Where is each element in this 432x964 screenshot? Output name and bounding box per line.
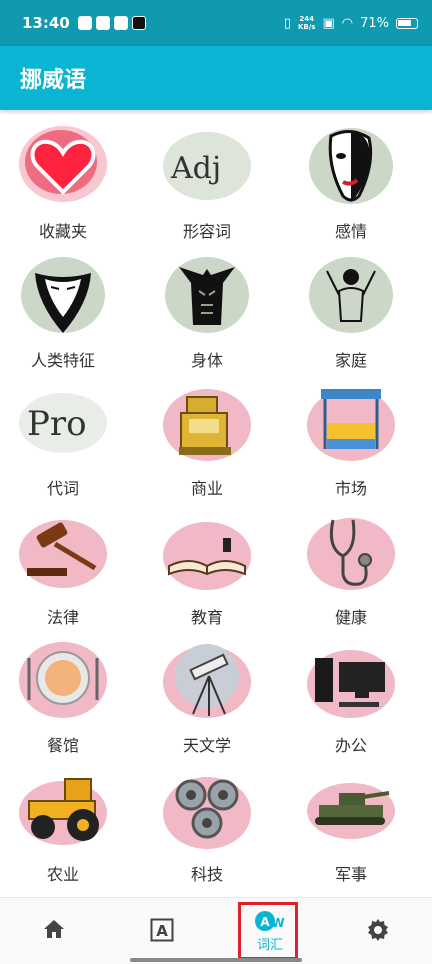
category-item-agriculture[interactable]: 农业 (0, 765, 132, 894)
category-label: 科技 (190, 864, 223, 884)
category-label: 形容词 (182, 222, 231, 241)
category-grid: 收藏夹 Adj 形容词 感情 人类特征 身体 家庭 Pro 代词 商业 市场 法… (0, 122, 432, 893)
category-label: 教育 (190, 607, 223, 627)
app-bar: 挪威语 (0, 46, 432, 110)
status-time: 13:40 (22, 14, 70, 32)
category-item-health[interactable]: 健康 (282, 508, 420, 637)
letter-a-icon: A (150, 918, 174, 942)
wifi-icon: ◠ (341, 15, 354, 31)
tractor-icon (15, 765, 111, 853)
category-item-emotions[interactable]: 感情 (282, 122, 420, 251)
category-item-body[interactable]: 身体 (138, 251, 276, 380)
status-right: ▯ 244 KB/s ▣ ◠ 71% (284, 15, 418, 31)
telescope-icon (159, 636, 255, 724)
category-item-law[interactable]: 法律 (0, 508, 132, 637)
category-item-human-traits[interactable]: 人类特征 (0, 251, 132, 380)
vibrate-icon: ▯ (283, 15, 291, 31)
category-item-adjectives[interactable]: Adj 形容词 (138, 122, 276, 251)
app-notification-icon (77, 16, 92, 30)
category-item-business[interactable]: 商业 (138, 379, 276, 508)
page-title: 挪威语 (20, 68, 87, 93)
category-label: 法律 (46, 607, 79, 627)
tank-icon (303, 765, 399, 853)
bottom-navigation: A A W 词汇 (0, 897, 432, 964)
category-item-market[interactable]: 市场 (282, 379, 420, 508)
gears-icon (159, 765, 255, 853)
category-item-education[interactable]: 教育 (138, 508, 276, 637)
sim-icon: ▣ (322, 15, 335, 31)
category-item-military[interactable]: 军事 (282, 765, 420, 894)
category-label: 感情 (334, 222, 367, 241)
category-item-office[interactable]: 办公 (282, 636, 420, 765)
category-label: 商业 (190, 479, 223, 498)
heart-icon (15, 122, 111, 210)
category-label: 家庭 (334, 350, 367, 370)
category-item-family[interactable]: 家庭 (282, 251, 420, 380)
plate-icon (15, 636, 111, 724)
category-item-pronouns[interactable]: Pro 代词 (0, 379, 132, 508)
category-item-technology[interactable]: 科技 (138, 765, 276, 894)
adj-text-icon: Adj (159, 122, 255, 210)
svg-text:Pro: Pro (27, 404, 87, 444)
home-icon (44, 920, 64, 938)
category-label: 健康 (334, 607, 367, 627)
market-stall-icon (303, 379, 399, 467)
app-notification-icon (113, 16, 128, 30)
vocabulary-icon: A W (255, 911, 285, 931)
svg-text:A: A (260, 915, 270, 929)
cash-register-icon (159, 379, 255, 467)
category-label: 餐馆 (46, 736, 79, 755)
bearded-mask-icon (15, 251, 111, 339)
category-label: 收藏夹 (38, 222, 87, 241)
category-item-favorites[interactable]: 收藏夹 (0, 122, 132, 251)
nav-home[interactable] (0, 898, 108, 940)
svg-text:Adj: Adj (170, 151, 221, 186)
gesture-home-bar[interactable] (130, 958, 302, 962)
category-label: 代词 (46, 479, 79, 498)
settings-icon (368, 919, 388, 941)
nav-vocabulary[interactable]: A W 词汇 (216, 898, 324, 953)
category-label: 办公 (334, 736, 367, 755)
category-label: 天文学 (182, 736, 231, 755)
nav-alphabet[interactable]: A (108, 898, 216, 942)
svg-text:W: W (271, 916, 284, 930)
body-torso-icon (159, 251, 255, 339)
tiktok-icon (131, 16, 146, 30)
category-label: 身体 (190, 350, 223, 370)
category-label: 农业 (46, 864, 79, 884)
category-label: 市场 (334, 479, 367, 498)
family-figure-icon (303, 251, 399, 339)
network-speed: 244 KB/s (297, 15, 316, 31)
battery-percent: 71% (360, 15, 389, 31)
app-notification-icon (95, 16, 110, 30)
category-label: 军事 (334, 864, 367, 884)
category-item-astronomy[interactable]: 天文学 (138, 636, 276, 765)
category-label: 人类特征 (30, 350, 95, 370)
nav-settings[interactable] (324, 898, 432, 942)
pro-text-icon: Pro (15, 379, 111, 467)
notification-icons (77, 16, 146, 30)
status-bar: 13:40 ▯ 244 KB/s ▣ ◠ 71% (0, 0, 432, 46)
gavel-icon (15, 508, 111, 596)
nav-vocabulary-label: 词汇 (256, 938, 283, 953)
battery-icon (396, 17, 418, 29)
computer-icon (303, 636, 399, 724)
mask-icon (303, 122, 399, 210)
stethoscope-icon (303, 508, 399, 596)
open-book-icon (159, 508, 255, 596)
svg-text:A: A (156, 922, 168, 940)
category-item-restaurant[interactable]: 餐馆 (0, 636, 132, 765)
